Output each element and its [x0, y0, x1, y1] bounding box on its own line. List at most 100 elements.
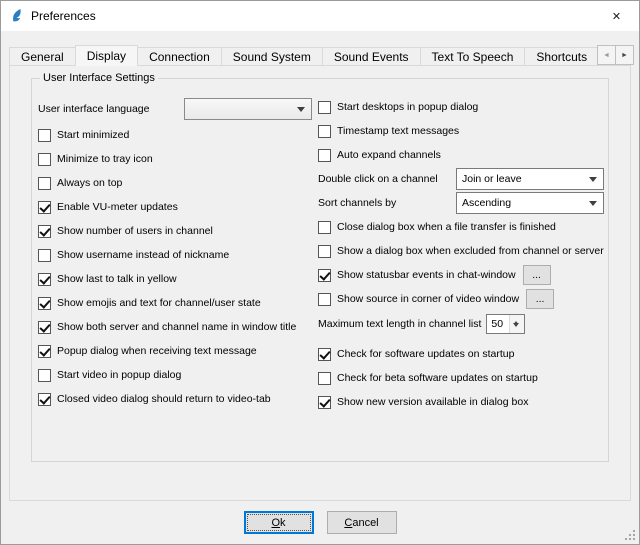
- checkbox-box[interactable]: [38, 369, 51, 382]
- max-text-length-spinner[interactable]: 50: [486, 314, 525, 334]
- checkbox-label: Show a dialog box when excluded from cha…: [337, 245, 604, 257]
- checkbox-label: Always on top: [57, 177, 122, 189]
- tab-sound-events[interactable]: Sound Events: [322, 47, 421, 66]
- dialog-buttons: Ok Cancel: [1, 511, 639, 534]
- ok-label: Ok: [271, 517, 285, 529]
- checkbox-label: Show source in corner of video window: [337, 293, 519, 305]
- ok-button[interactable]: Ok: [244, 511, 314, 534]
- ellipsis-label: ...: [536, 293, 545, 305]
- checkbox-box[interactable]: [38, 225, 51, 238]
- checkbox-start-desktops-popup[interactable]: Start desktops in popup dialog: [318, 95, 604, 119]
- checkbox-box[interactable]: [38, 393, 51, 406]
- cancel-label: Cancel: [344, 517, 378, 529]
- close-button[interactable]: ✕: [594, 1, 639, 31]
- checkbox-box[interactable]: [318, 149, 331, 162]
- checkbox-label: Minimize to tray icon: [57, 153, 153, 165]
- checkbox-box[interactable]: [318, 245, 331, 258]
- tab-label: Display: [87, 49, 126, 63]
- tab-scroll-control: ◄ ►: [598, 45, 634, 65]
- tab-general[interactable]: General: [9, 47, 76, 66]
- checkbox-video-source-corner[interactable]: Show source in corner of video window: [318, 293, 519, 306]
- checkbox-close-filetransfer-dialog[interactable]: Close dialog box when a file transfer is…: [318, 215, 604, 239]
- max-text-length-row: Maximum text length in channel list 50: [318, 311, 604, 337]
- checkbox-enable-vu-meter-updates[interactable]: Enable VU-meter updates: [38, 195, 312, 219]
- tab-sound-system[interactable]: Sound System: [221, 47, 323, 66]
- checkbox-box[interactable]: [38, 345, 51, 358]
- checkbox-box[interactable]: [38, 153, 51, 166]
- cancel-button[interactable]: Cancel: [327, 511, 397, 534]
- checkbox-start-video-popup[interactable]: Start video in popup dialog: [38, 363, 312, 387]
- tab-scroll-right-button[interactable]: ►: [615, 45, 634, 65]
- settings-columns: User interface language Start minimized …: [32, 79, 608, 414]
- resize-grip[interactable]: [623, 528, 636, 541]
- tab-shortcuts[interactable]: Shortcuts: [524, 47, 599, 66]
- statusbar-events-row: Show statusbar events in chat-window ...: [318, 263, 604, 287]
- checkbox-auto-expand-channels[interactable]: Auto expand channels: [318, 143, 604, 167]
- right-column: Start desktops in popup dialog Timestamp…: [312, 95, 604, 414]
- video-source-row: Show source in corner of video window ..…: [318, 287, 604, 311]
- left-column: User interface language Start minimized …: [38, 95, 312, 414]
- checkbox-show-last-talk-yellow[interactable]: Show last to talk in yellow: [38, 267, 312, 291]
- source-config-button[interactable]: ...: [526, 289, 554, 309]
- checkbox-box[interactable]: [318, 269, 331, 282]
- checkbox-box[interactable]: [38, 129, 51, 142]
- checkbox-software-updates[interactable]: Check for software updates on startup: [318, 342, 604, 366]
- sort-channels-label: Sort channels by: [318, 197, 396, 209]
- group-title: User Interface Settings: [40, 72, 158, 84]
- max-text-length-label: Maximum text length in channel list: [318, 318, 481, 330]
- checkbox-box[interactable]: [318, 125, 331, 138]
- checkbox-box[interactable]: [318, 372, 331, 385]
- checkbox-show-number-of-users[interactable]: Show number of users in channel: [38, 219, 312, 243]
- checkbox-excluded-dialog[interactable]: Show a dialog box when excluded from cha…: [318, 239, 604, 263]
- tab-label: Sound Events: [334, 50, 409, 64]
- sort-channels-combobox[interactable]: Ascending: [456, 192, 604, 214]
- checkbox-label: Popup dialog when receiving text message: [57, 345, 257, 357]
- language-label: User interface language: [38, 103, 150, 115]
- checkbox-new-version-dialog[interactable]: Show new version available in dialog box: [318, 390, 604, 414]
- checkbox-statusbar-events[interactable]: Show statusbar events in chat-window: [318, 269, 516, 282]
- spinner-value[interactable]: 50: [487, 315, 509, 333]
- checkbox-label: Show number of users in channel: [57, 225, 213, 237]
- tab-label: Shortcuts: [536, 50, 587, 64]
- checkbox-timestamp-messages[interactable]: Timestamp text messages: [318, 119, 604, 143]
- checkbox-box[interactable]: [318, 101, 331, 114]
- checkbox-always-on-top[interactable]: Always on top: [38, 171, 312, 195]
- language-combobox[interactable]: [184, 98, 312, 120]
- checkbox-server-channel-in-window-title[interactable]: Show both server and channel name in win…: [38, 315, 312, 339]
- tab-scroll-left-button[interactable]: ◄: [597, 45, 616, 65]
- spin-down-icon[interactable]: [510, 324, 524, 333]
- checkbox-label: Enable VU-meter updates: [57, 201, 178, 213]
- chevron-down-icon: [589, 201, 597, 210]
- checkbox-popup-dialog-text-message[interactable]: Popup dialog when receiving text message: [38, 339, 312, 363]
- checkbox-box[interactable]: [38, 297, 51, 310]
- tab-display[interactable]: Display: [75, 45, 138, 66]
- checkbox-box[interactable]: [38, 201, 51, 214]
- statusbar-config-button[interactable]: ...: [523, 265, 551, 285]
- checkbox-box[interactable]: [38, 321, 51, 334]
- app-icon: [9, 8, 25, 24]
- checkbox-show-emojis-state[interactable]: Show emojis and text for channel/user st…: [38, 291, 312, 315]
- checkbox-box[interactable]: [38, 249, 51, 262]
- checkbox-box[interactable]: [318, 396, 331, 409]
- checkbox-closed-video-return-tab[interactable]: Closed video dialog should return to vid…: [38, 387, 312, 411]
- tab-label: Sound System: [233, 50, 311, 64]
- checkbox-beta-updates[interactable]: Check for beta software updates on start…: [318, 366, 604, 390]
- checkbox-box[interactable]: [38, 177, 51, 190]
- tab-connection[interactable]: Connection: [137, 47, 222, 66]
- checkbox-label: Show username instead of nickname: [57, 249, 229, 261]
- checkbox-box[interactable]: [318, 348, 331, 361]
- checkbox-label: Show emojis and text for channel/user st…: [57, 297, 261, 309]
- window-title: Preferences: [31, 9, 96, 23]
- checkbox-box[interactable]: [38, 273, 51, 286]
- checkbox-show-username-instead-nickname[interactable]: Show username instead of nickname: [38, 243, 312, 267]
- checkbox-label: Show last to talk in yellow: [57, 273, 177, 285]
- checkbox-box[interactable]: [318, 293, 331, 306]
- combobox-value: Ascending: [462, 197, 511, 209]
- close-icon: ✕: [612, 10, 621, 23]
- tab-text-to-speech[interactable]: Text To Speech: [420, 47, 526, 66]
- double-click-combobox[interactable]: Join or leave: [456, 168, 604, 190]
- checkbox-start-minimized[interactable]: Start minimized: [38, 123, 312, 147]
- checkbox-box[interactable]: [318, 221, 331, 234]
- checkbox-label: Closed video dialog should return to vid…: [57, 393, 271, 405]
- checkbox-minimize-to-tray-icon[interactable]: Minimize to tray icon: [38, 147, 312, 171]
